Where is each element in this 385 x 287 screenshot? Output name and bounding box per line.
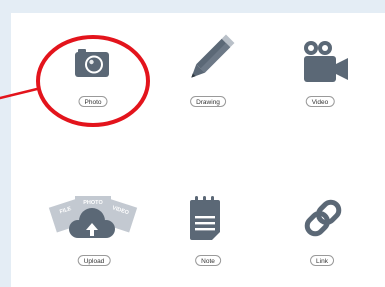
cloud-upload-icon: FILE VIDEO PHOTO (48, 196, 138, 238)
notepad-icon (190, 196, 220, 240)
pencil-icon (191, 34, 235, 78)
upload-label: Upload (77, 255, 111, 266)
video-label: Video (305, 96, 335, 107)
video-camera-icon (304, 41, 348, 82)
drawing-label: Drawing (190, 96, 226, 107)
link-label: Link (310, 255, 334, 266)
photo-card-label: PHOTO (83, 200, 103, 206)
note-label: Note (195, 255, 221, 266)
chain-link-icon (304, 199, 342, 237)
